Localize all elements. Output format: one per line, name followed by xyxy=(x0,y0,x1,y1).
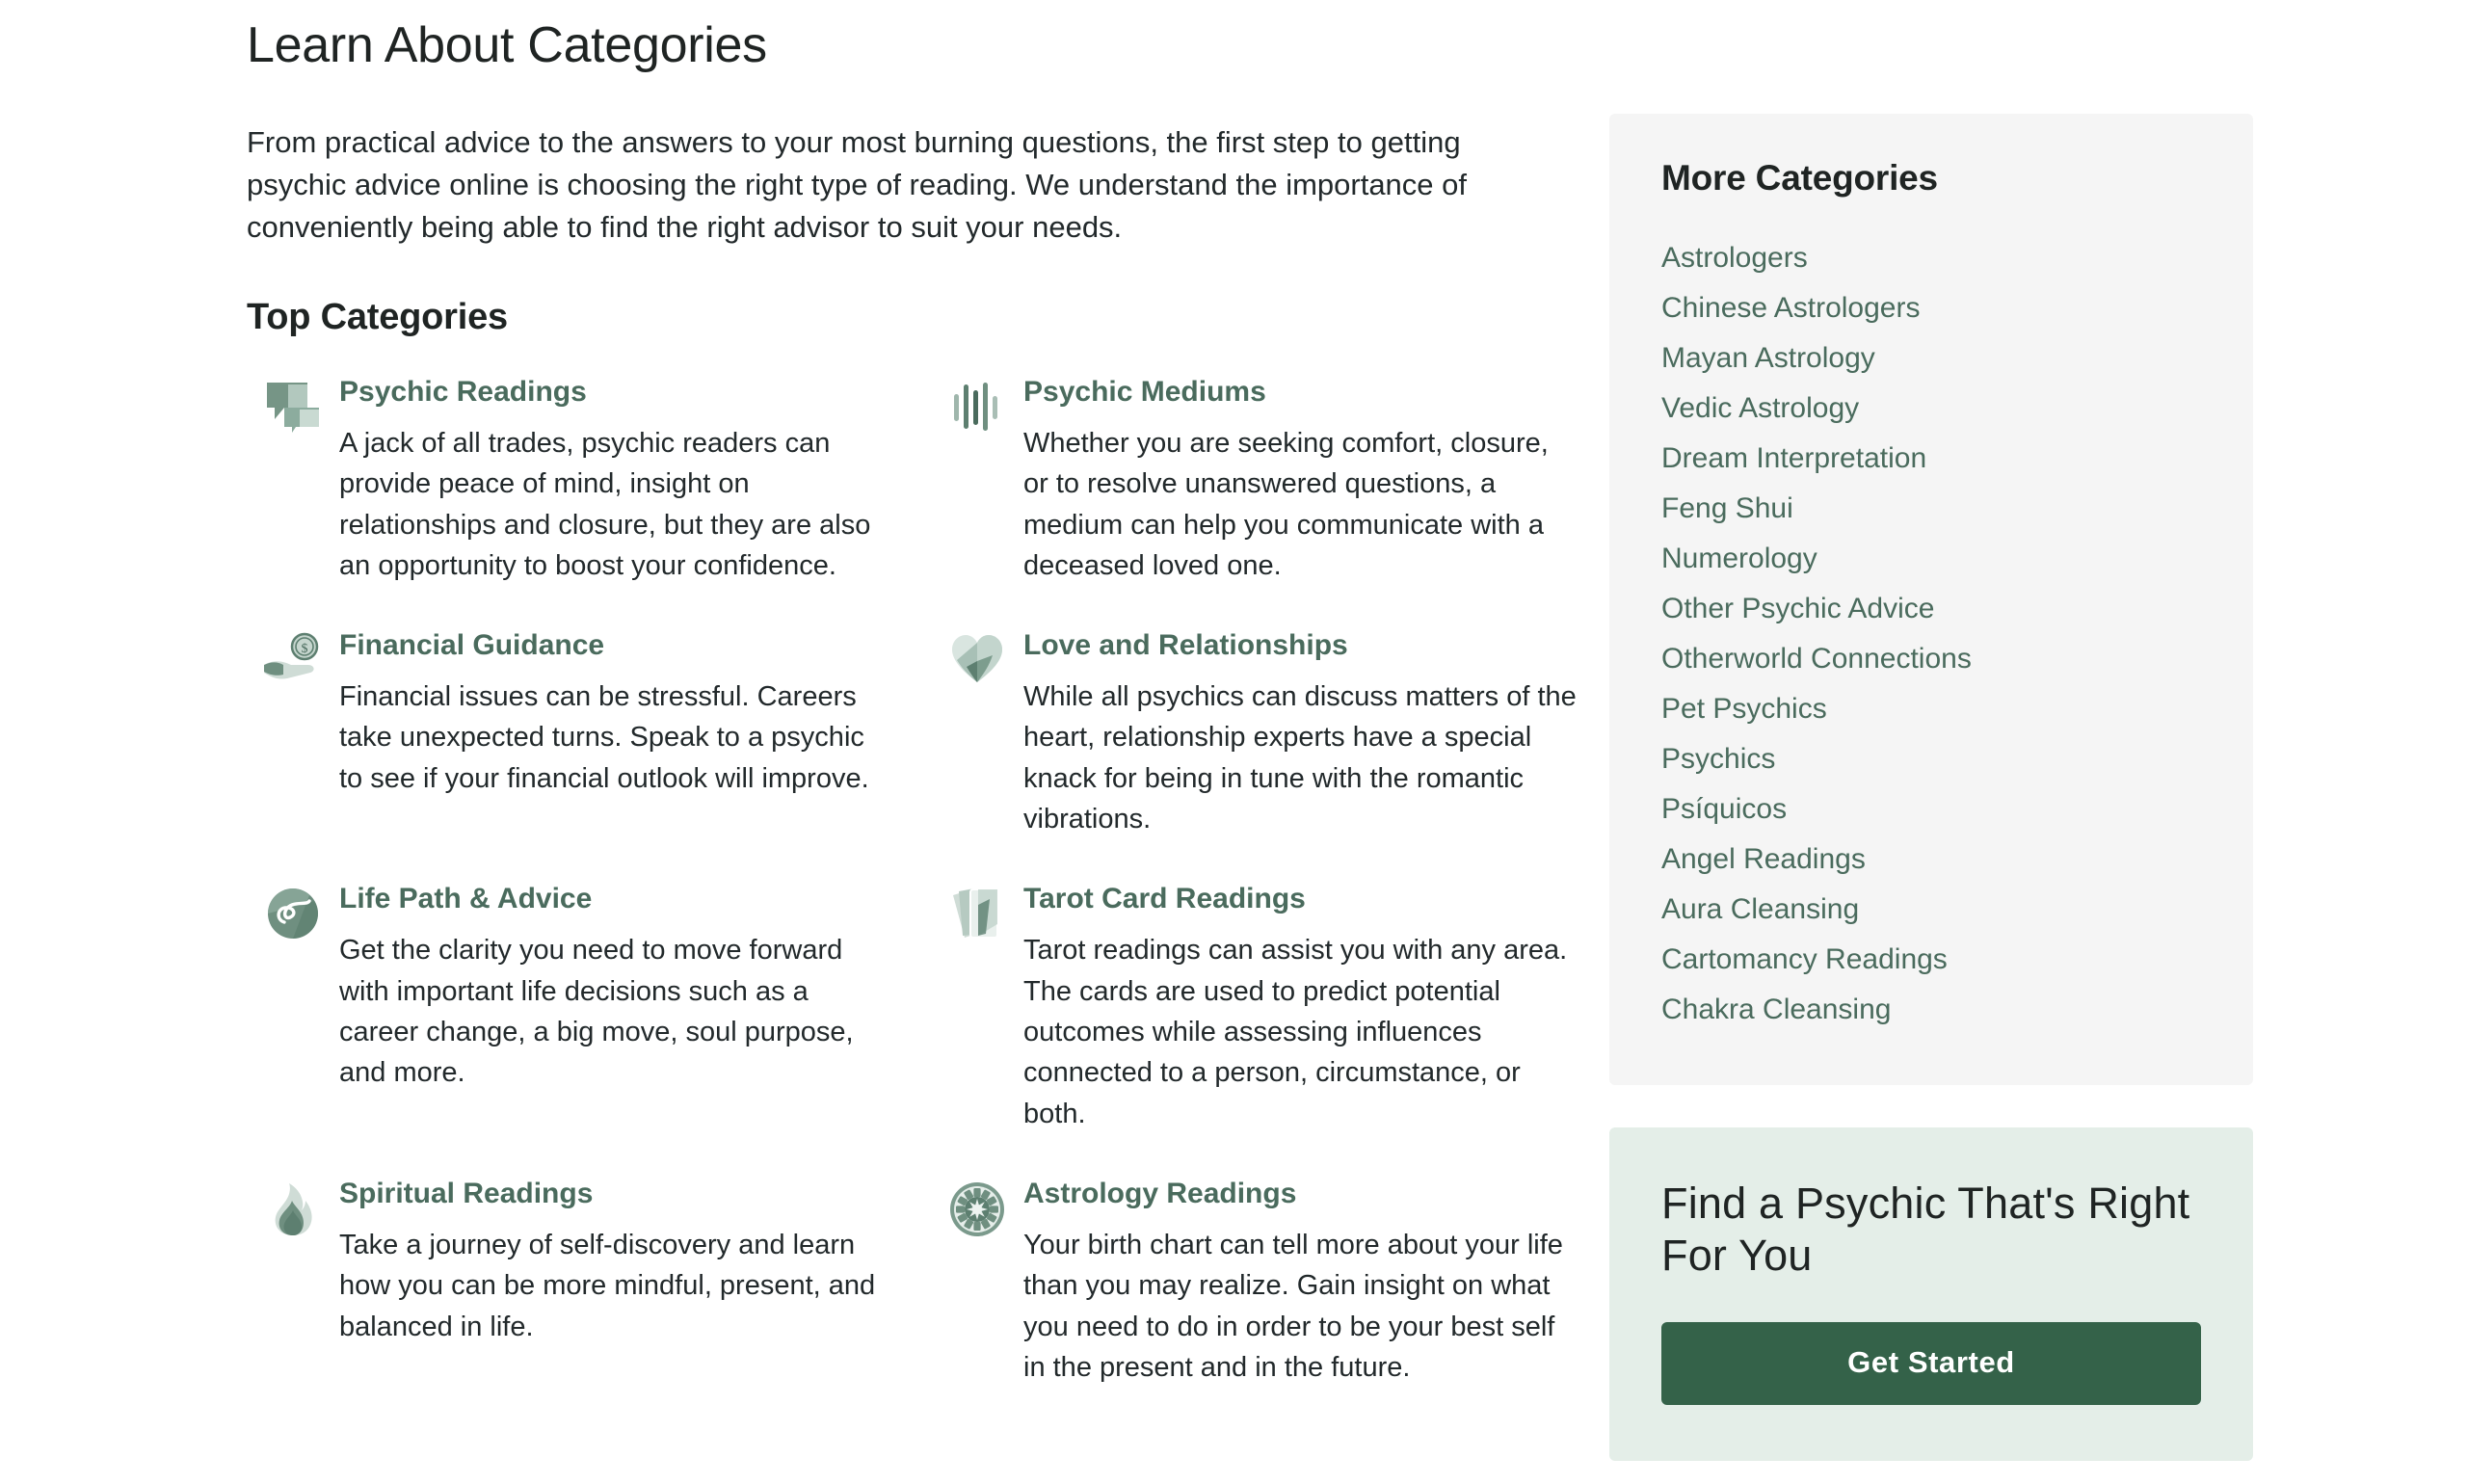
sidebar-item-other-psychic-advice[interactable]: Other Psychic Advice xyxy=(1661,584,2201,634)
flame-icon xyxy=(247,1177,339,1258)
sidebar-item-otherworld-connections[interactable]: Otherworld Connections xyxy=(1661,634,2201,684)
category-name[interactable]: Financial Guidance xyxy=(339,628,892,663)
category-name[interactable]: Tarot Card Readings xyxy=(1023,882,1577,916)
speech-bubbles-icon xyxy=(247,375,339,456)
category-description: Tarot readings can assist you with any a… xyxy=(1023,935,1568,1129)
learn-about-categories-page: Learn About Categories From practical ad… xyxy=(0,0,2467,1484)
category-item-love-and-relationships[interactable]: Love and Relationships While all psychic… xyxy=(931,628,1615,839)
category-description: Your birth chart can tell more about you… xyxy=(1023,1230,1563,1384)
category-item-astrology-readings[interactable]: Astrology Readings Your birth chart can … xyxy=(931,1177,1615,1388)
more-categories-card: More Categories Astrologers Chinese Astr… xyxy=(1609,114,2253,1085)
sidebar-item-dream-interpretation[interactable]: Dream Interpretation xyxy=(1661,434,2201,484)
sidebar-item-numerology[interactable]: Numerology xyxy=(1661,534,2201,584)
zodiac-wheel-icon xyxy=(931,1177,1023,1258)
get-started-button[interactable]: Get Started xyxy=(1661,1322,2201,1405)
category-description: Take a journey of self-discovery and lea… xyxy=(339,1230,876,1342)
sidebar-item-cartomancy-readings[interactable]: Cartomancy Readings xyxy=(1661,935,2201,985)
sidebar-item-aura-cleansing[interactable]: Aura Cleansing xyxy=(1661,885,2201,935)
category-item-psychic-mediums[interactable]: Psychic Mediums Whether you are seeking … xyxy=(931,375,1615,586)
svg-text:$: $ xyxy=(302,642,308,656)
category-name[interactable]: Astrology Readings xyxy=(1023,1177,1577,1211)
cta-title: Find a Psychic That's Right For You xyxy=(1661,1179,2190,1280)
category-name[interactable]: Love and Relationships xyxy=(1023,628,1577,663)
sidebar-item-angel-readings[interactable]: Angel Readings xyxy=(1661,835,2201,885)
category-name[interactable]: Psychic Readings xyxy=(339,375,892,410)
category-name[interactable]: Psychic Mediums xyxy=(1023,375,1577,410)
find-a-psychic-cta-card: Find a Psychic That's Right For You Get … xyxy=(1609,1127,2253,1461)
category-item-financial-guidance[interactable]: $ Financial Guidance Financial issues ca… xyxy=(247,628,931,839)
sidebar-item-psychics[interactable]: Psychics xyxy=(1661,734,2201,784)
more-categories-title: More Categories xyxy=(1661,158,1938,198)
category-body: Psychic Mediums Whether you are seeking … xyxy=(1023,375,1577,586)
sidebar-item-pet-psychics[interactable]: Pet Psychics xyxy=(1661,684,2201,734)
sidebar-item-psiquicos[interactable]: Psíquicos xyxy=(1661,784,2201,835)
category-body: Tarot Card Readings Tarot readings can a… xyxy=(1023,882,1577,1134)
sidebar-item-vedic-astrology[interactable]: Vedic Astrology xyxy=(1661,384,2201,434)
sidebar-item-chinese-astrologers[interactable]: Chinese Astrologers xyxy=(1661,283,2201,333)
category-body: Spiritual Readings Take a journey of sel… xyxy=(339,1177,892,1347)
category-item-psychic-readings[interactable]: Psychic Readings A jack of all trades, p… xyxy=(247,375,931,586)
page-title: Learn About Categories xyxy=(247,17,767,73)
category-description: While all psychics can discuss matters o… xyxy=(1023,681,1577,835)
sound-waves-icon xyxy=(931,375,1023,456)
category-description: Get the clarity you need to move forward… xyxy=(339,935,854,1089)
main-content: Learn About Categories From practical ad… xyxy=(247,0,1596,1430)
category-body: Financial Guidance Financial issues can … xyxy=(339,628,892,799)
tarot-cards-icon xyxy=(931,882,1023,963)
sidebar-item-chakra-cleansing[interactable]: Chakra Cleansing xyxy=(1661,985,2201,1035)
sidebar: More Categories Astrologers Chinese Astr… xyxy=(1609,114,2253,1461)
hand-with-coin-icon: $ xyxy=(247,628,339,709)
category-body: Psychic Readings A jack of all trades, p… xyxy=(339,375,892,586)
intro-paragraph: From practical advice to the answers to … xyxy=(247,124,1468,244)
category-item-life-path-and-advice[interactable]: Life Path & Advice Get the clarity you n… xyxy=(247,882,931,1134)
top-categories-grid: Psychic Readings A jack of all trades, p… xyxy=(247,375,1596,1431)
sidebar-item-astrologers[interactable]: Astrologers xyxy=(1661,233,2201,283)
category-body: Love and Relationships While all psychic… xyxy=(1023,628,1577,839)
category-name[interactable]: Spiritual Readings xyxy=(339,1177,892,1211)
category-item-spiritual-readings[interactable]: Spiritual Readings Take a journey of sel… xyxy=(247,1177,931,1388)
sidebar-item-feng-shui[interactable]: Feng Shui xyxy=(1661,484,2201,534)
category-description: A jack of all trades, psychic readers ca… xyxy=(339,427,871,581)
category-body: Astrology Readings Your birth chart can … xyxy=(1023,1177,1577,1388)
heart-icon xyxy=(931,628,1023,709)
category-description: Financial issues can be stressful. Caree… xyxy=(339,681,869,794)
category-body: Life Path & Advice Get the clarity you n… xyxy=(339,882,892,1093)
category-description: Whether you are seeking comfort, closure… xyxy=(1023,427,1549,581)
category-name[interactable]: Life Path & Advice xyxy=(339,882,892,916)
sidebar-item-mayan-astrology[interactable]: Mayan Astrology xyxy=(1661,333,2201,384)
section-title-top-categories: Top Categories xyxy=(247,296,508,337)
category-item-tarot-card-readings[interactable]: Tarot Card Readings Tarot readings can a… xyxy=(931,882,1615,1134)
crystal-ball-path-icon xyxy=(247,882,339,963)
